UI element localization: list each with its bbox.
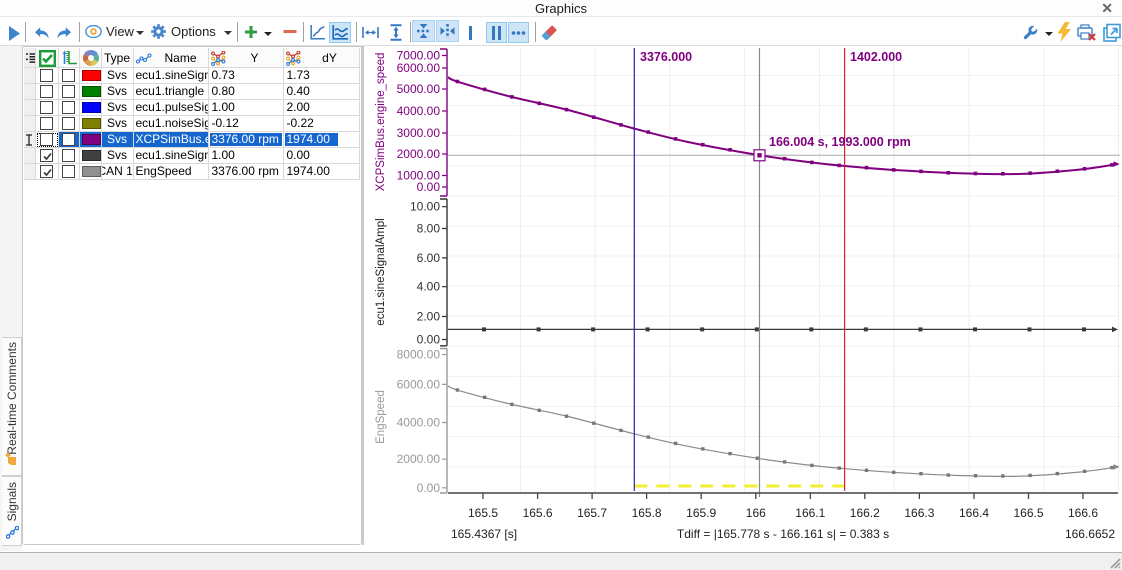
svg-text:166.3: 166.3 <box>904 506 934 520</box>
svg-text:3000.00: 3000.00 <box>397 126 441 140</box>
svg-text:4000.00: 4000.00 <box>397 104 441 118</box>
svg-text:166.004 s, 1993.000 rpm: 166.004 s, 1993.000 rpm <box>769 135 911 149</box>
svg-text:EngSpeed: EngSpeed <box>375 390 387 444</box>
svg-text:166.5: 166.5 <box>1013 506 1043 520</box>
svg-text:2.00: 2.00 <box>417 310 441 324</box>
svg-text:166.6652: 166.6652 <box>1065 527 1115 541</box>
svg-text:5000.00: 5000.00 <box>397 82 441 96</box>
svg-text:165.4367 [s]: 165.4367 [s] <box>451 527 517 541</box>
svg-text:6000.00: 6000.00 <box>397 61 441 75</box>
svg-text:165.5: 165.5 <box>468 506 498 520</box>
svg-text:8000.00: 8000.00 <box>397 348 441 362</box>
svg-text:166.6: 166.6 <box>1068 506 1098 520</box>
svg-text:0.00: 0.00 <box>417 180 441 194</box>
svg-text:6.00: 6.00 <box>417 251 441 265</box>
svg-text:6000.00: 6000.00 <box>397 377 441 391</box>
svg-text:1402.000: 1402.000 <box>850 50 902 64</box>
svg-text:4.00: 4.00 <box>417 280 441 294</box>
svg-text:2000.00: 2000.00 <box>397 147 441 161</box>
svg-text:ecu1.sineSignalAmpl: ecu1.sineSignalAmpl <box>375 218 387 325</box>
svg-text:3376.000: 3376.000 <box>640 50 692 64</box>
svg-text:166: 166 <box>746 506 766 520</box>
svg-text:166.1: 166.1 <box>795 506 825 520</box>
svg-text:8.00: 8.00 <box>417 222 441 236</box>
svg-text:165.9: 165.9 <box>686 506 716 520</box>
svg-text:166.2: 166.2 <box>850 506 880 520</box>
svg-text:Tdiff = |165.778 s - 166.161 s: Tdiff = |165.778 s - 166.161 s| = 0.383 … <box>677 527 889 541</box>
svg-text:0.00: 0.00 <box>417 481 441 495</box>
svg-text:10.00: 10.00 <box>410 200 440 214</box>
svg-text:2000.00: 2000.00 <box>397 452 441 466</box>
svg-text:166.4: 166.4 <box>959 506 989 520</box>
svg-text:165.8: 165.8 <box>632 506 662 520</box>
svg-text:4000.00: 4000.00 <box>397 416 441 430</box>
svg-text:165.7: 165.7 <box>577 506 607 520</box>
svg-text:165.6: 165.6 <box>523 506 553 520</box>
svg-text:XCPSimBus.engine_speed: XCPSimBus.engine_speed <box>375 53 387 192</box>
svg-text:0.00: 0.00 <box>417 333 441 347</box>
